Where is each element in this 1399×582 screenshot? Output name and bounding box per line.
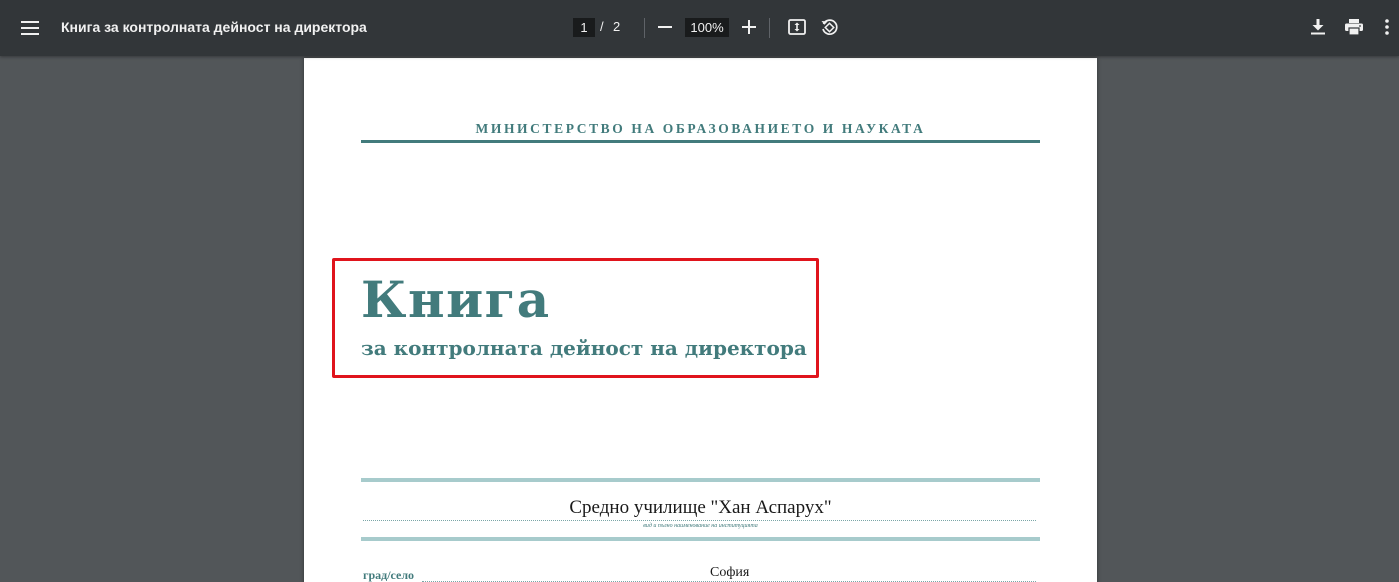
book-title: Книга — [361, 270, 551, 329]
print-icon — [1345, 19, 1363, 35]
more-options-button[interactable] — [1378, 13, 1396, 41]
zoom-level-input[interactable] — [685, 18, 729, 37]
plus-icon — [742, 20, 756, 34]
page-total: 2 — [613, 19, 621, 34]
fit-to-page-button[interactable] — [783, 13, 811, 41]
fit-to-page-icon — [788, 19, 806, 35]
pdf-page: МИНИСТЕРСТВО НА ОБРАЗОВАНИЕТО И НАУКАТА … — [304, 58, 1097, 582]
toolbar-divider — [769, 18, 770, 38]
menu-icon — [21, 21, 39, 35]
more-vertical-icon — [1385, 19, 1389, 35]
school-name: Средно училище "Хан Аспарух" — [569, 497, 832, 518]
city-label: град/село — [363, 568, 415, 582]
toolbar-divider — [644, 18, 645, 38]
school-name-line — [363, 520, 1036, 521]
minus-icon — [658, 26, 672, 28]
heading-rule — [361, 140, 1040, 143]
section-rule — [361, 478, 1040, 482]
print-button[interactable] — [1340, 13, 1368, 41]
section-rule — [361, 537, 1040, 541]
download-icon — [1311, 19, 1325, 35]
page-separator: / — [600, 19, 604, 34]
school-caption: вид и пълно наименование на институцията — [643, 523, 758, 529]
book-subtitle: за контролната дейност на директора — [361, 336, 807, 360]
document-title: Книга за контролната дейност на директор… — [61, 19, 367, 35]
zoom-out-button[interactable] — [651, 13, 679, 41]
pdf-toolbar: Книга за контролната дейност на директор… — [0, 0, 1399, 56]
rotate-icon — [821, 19, 838, 35]
download-button[interactable] — [1304, 13, 1332, 41]
rotate-button[interactable] — [815, 13, 843, 41]
ministry-heading: МИНИСТЕРСТВО НА ОБРАЗОВАНИЕТО И НАУКАТА — [475, 121, 926, 136]
zoom-in-button[interactable] — [735, 13, 763, 41]
page-number-input[interactable] — [573, 18, 595, 37]
menu-button[interactable] — [14, 12, 46, 44]
city-value: София — [710, 565, 750, 580]
